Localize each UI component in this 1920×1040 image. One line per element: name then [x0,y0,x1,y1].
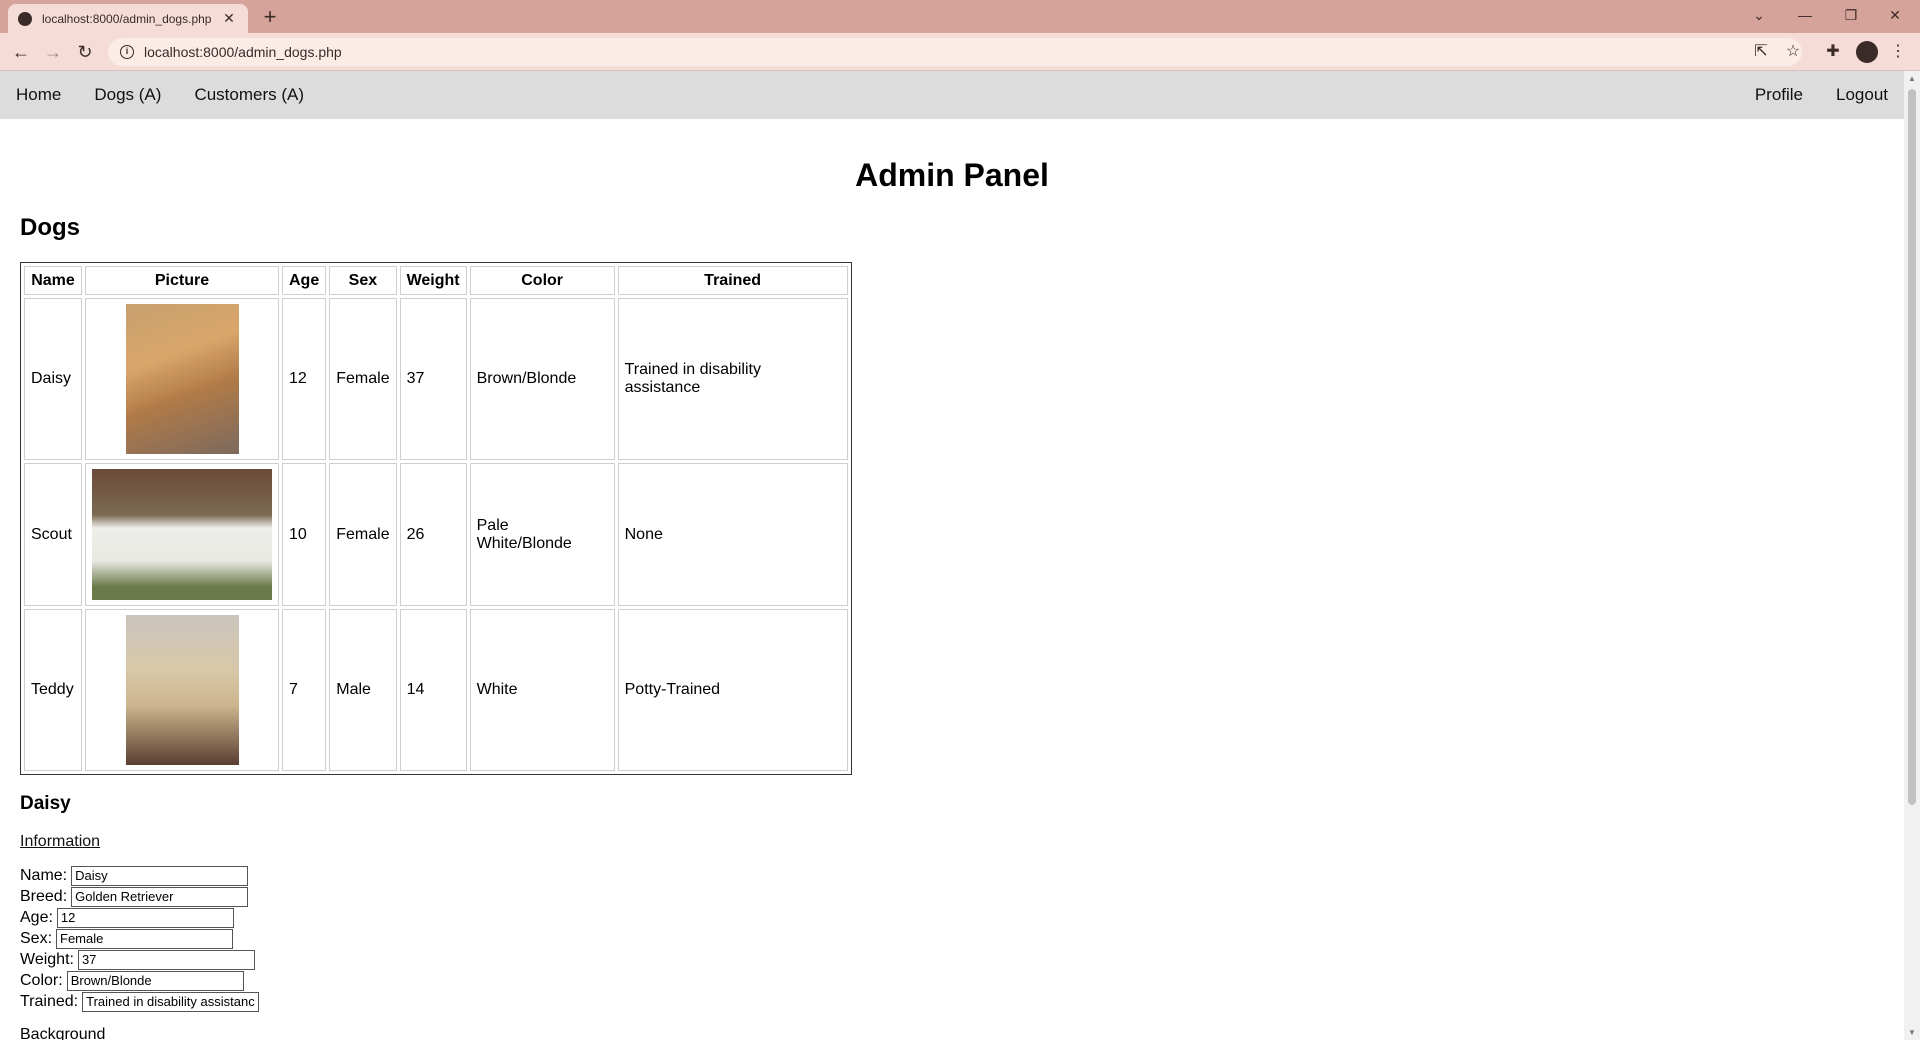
extensions-icon[interactable]: ✚ [1822,41,1844,63]
dog-age-cell: 12 [282,298,327,460]
dog-name-cell: Daisy [24,298,82,460]
dog-weight-cell: 14 [399,609,467,771]
site-info-icon[interactable]: i [120,45,134,59]
column-header: Age [282,266,327,295]
column-header: Weight [399,266,467,295]
nav-customers-link[interactable]: Customers (A) [194,85,304,105]
back-button[interactable]: ← [9,40,33,64]
sex-field[interactable] [56,928,234,949]
nav-home-link[interactable]: Home [16,85,61,105]
table-header-row: Name Picture Age Sex Weight Color Traine… [24,266,848,295]
age-field[interactable] [56,907,234,928]
background-heading: Background [20,1026,106,1040]
dog-weight-cell: 37 [399,298,467,460]
color-label: Color: [20,971,63,989]
dog-color-cell: Brown/Blonde [469,298,615,460]
tab-title: localhost:8000/admin_dogs.php [42,11,212,26]
share-icon[interactable]: ⇱ [1750,41,1772,63]
column-header: Color [469,266,615,295]
dog-weight-cell: 26 [399,463,467,606]
dog-info-form: Name: Breed: Age: Sex: Weight: Color: Tr… [20,865,1904,1012]
globe-icon [18,11,32,26]
page-title: Admin Panel [855,157,1049,193]
age-label: Age: [20,908,53,926]
column-header: Trained [617,266,848,295]
page-viewport: Home Dogs (A) Customers (A) Profile Logo… [0,71,1904,1040]
reload-button[interactable]: ↻ [73,40,97,64]
minimize-button[interactable]: — [1782,0,1828,30]
trained-label: Trained: [20,992,79,1010]
browser-menu-icon[interactable]: ⋮ [1890,41,1906,61]
dog-picture-cell [85,609,279,771]
breed-label: Breed: [20,887,68,905]
color-field[interactable] [66,970,244,991]
dog-name-cell: Scout [24,463,82,606]
table-row[interactable]: Teddy 7 Male 14 White Potty-Trained [24,609,848,771]
dog-picture-cell [85,298,279,460]
scrollbar-thumb[interactable] [1908,89,1916,805]
information-link[interactable]: Information [20,833,100,851]
dog-sex-cell: Female [329,298,397,460]
browser-toolbar: ← → ↻ i localhost:8000/admin_dogs.php ⇱ … [0,33,1920,71]
breed-field[interactable] [71,886,249,907]
dog-color-cell: White [469,609,615,771]
dog-photo [92,469,272,600]
nav-dogs-link[interactable]: Dogs (A) [94,85,161,105]
dog-color-cell: Pale White/Blonde [469,463,615,606]
dog-trained-cell: Potty-Trained [617,609,848,771]
dog-photo [125,304,239,454]
dog-age-cell: 7 [282,609,327,771]
sex-label: Sex: [20,929,53,947]
nav-profile-link[interactable]: Profile [1755,85,1803,105]
new-tab-button[interactable]: + [258,5,282,29]
table-row[interactable]: Daisy 12 Female 37 Brown/Blonde Trained … [24,298,848,460]
profile-avatar[interactable] [1856,41,1878,63]
restore-button[interactable]: ❐ [1828,0,1874,30]
dog-picture-cell [85,463,279,606]
scroll-up-icon[interactable]: ▲ [1904,74,1920,83]
weight-field[interactable] [77,949,255,970]
column-header: Sex [329,266,397,295]
dog-sex-cell: Female [329,463,397,606]
dog-name-cell: Teddy [24,609,82,771]
forward-button[interactable]: → [41,40,65,64]
browser-tab-bar: localhost:8000/admin_dogs.php ✕ + ⌄ — ❐ … [0,0,1920,33]
dog-sex-cell: Male [329,609,397,771]
url-text: localhost:8000/admin_dogs.php [144,44,342,60]
nav-logout-link[interactable]: Logout [1836,85,1888,105]
dog-photo [125,615,239,765]
name-field[interactable] [71,865,249,886]
close-tab-icon[interactable]: ✕ [220,10,238,27]
vertical-scrollbar[interactable]: ▲ ▼ [1904,71,1920,1040]
site-navbar: Home Dogs (A) Customers (A) Profile Logo… [0,71,1904,119]
browser-tab[interactable]: localhost:8000/admin_dogs.php ✕ [8,4,248,33]
dog-trained-cell: None [617,463,848,606]
close-window-button[interactable]: ✕ [1872,0,1918,30]
dog-trained-cell: Trained in disability assistance [617,298,848,460]
section-title: Dogs [20,214,80,241]
weight-label: Weight: [20,950,74,968]
trained-field[interactable] [82,991,260,1012]
bookmark-star-icon[interactable]: ☆ [1782,41,1804,63]
dogs-table: Name Picture Age Sex Weight Color Traine… [20,262,852,775]
table-row[interactable]: Scout 10 Female 26 Pale White/Blonde Non… [24,463,848,606]
address-bar[interactable]: i localhost:8000/admin_dogs.php [108,38,1802,66]
name-label: Name: [20,866,68,884]
dog-age-cell: 10 [282,463,327,606]
tab-search-icon[interactable]: ⌄ [1736,0,1782,30]
selected-dog-title: Daisy [20,793,71,814]
column-header: Name [24,266,82,295]
column-header: Picture [85,266,279,295]
scroll-down-icon[interactable]: ▼ [1904,1028,1920,1037]
